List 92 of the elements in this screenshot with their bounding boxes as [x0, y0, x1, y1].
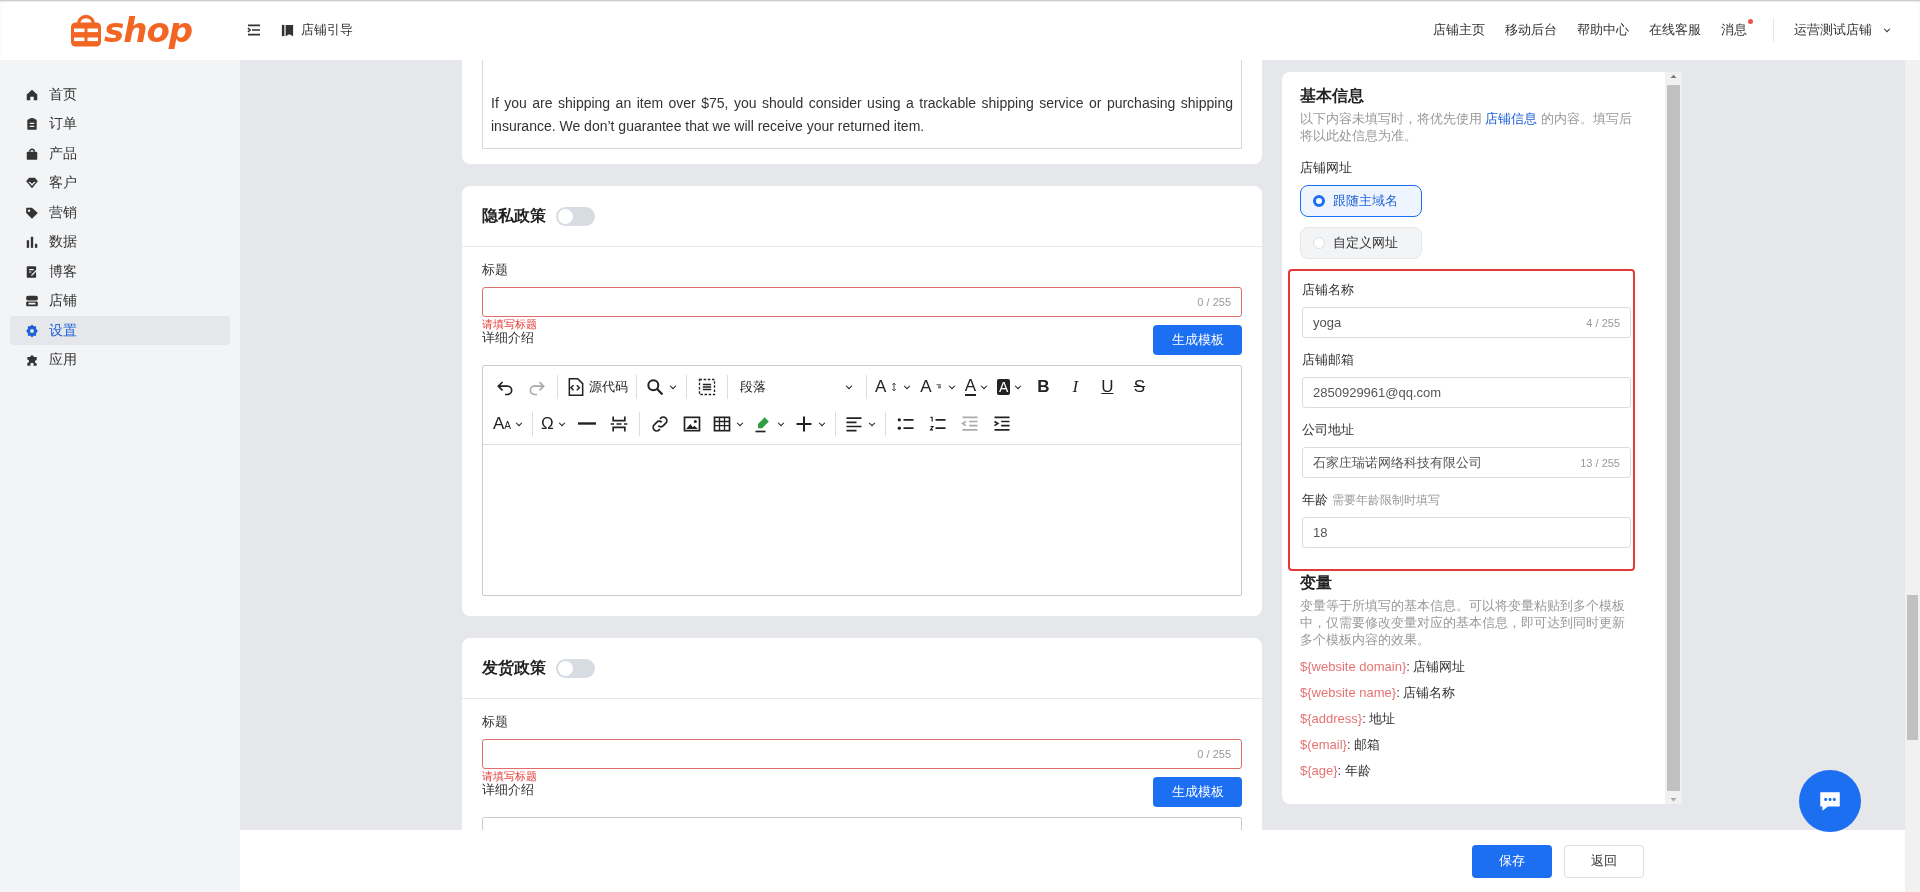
error-message: 请填写标题	[482, 318, 538, 331]
special-character-button[interactable]: Ω	[537, 407, 571, 440]
menu-icon	[246, 22, 262, 38]
section-title: 发货政策	[482, 657, 546, 679]
scroll-up-arrow-icon	[1669, 72, 1678, 81]
generate-template-button[interactable]: 生成模板	[1153, 777, 1242, 807]
variable-line: ${website domain}: 店铺网址	[1300, 658, 1467, 675]
font-family-button[interactable]: AA	[489, 407, 528, 440]
select-all-icon	[697, 376, 717, 397]
caret-icon	[1882, 25, 1892, 35]
block-format-dropdown[interactable]: 段落	[732, 370, 862, 403]
section-title: 基本信息	[1300, 86, 1365, 106]
policy-text: If you are shipping an item over $75, you should consider using a trackable shipping service or purchasing shipping insurance. We don’t guarantee that we will receive your returned item.	[482, 60, 1242, 149]
scrollbar[interactable]	[1665, 72, 1682, 804]
text-input[interactable]: 2850929961@qq.com	[1302, 377, 1631, 408]
rich-text-editor[interactable]: 源代码 段落 A A A A B I U S AA Ω	[482, 365, 1242, 596]
sidebar-item[interactable]: 数据	[10, 227, 230, 257]
field-label: 公司地址	[1302, 422, 1354, 437]
tag-icon	[25, 205, 39, 220]
sidebar-item[interactable]: 应用	[10, 345, 230, 375]
nav-link[interactable]: 帮助中心	[1577, 21, 1629, 39]
save-button[interactable]: 保存	[1472, 844, 1552, 878]
link-icon	[649, 413, 670, 434]
logo-text: shop	[104, 10, 193, 50]
toggle-switch[interactable]	[556, 206, 595, 226]
scroll-down-arrow-icon	[1669, 795, 1678, 804]
field-label: 标题	[482, 713, 509, 731]
sidebar-item[interactable]: 订单	[10, 109, 230, 139]
field-label: 标题	[482, 261, 509, 279]
variable-line: $(email}: 邮箱	[1300, 736, 1382, 753]
search-replace-icon	[645, 376, 665, 397]
section-title: 隐私政策	[482, 205, 546, 226]
generate-template-button[interactable]: 生成模板	[1153, 325, 1242, 355]
bar-chart-icon	[25, 235, 39, 249]
field-label: 店铺名称	[1302, 282, 1354, 297]
gear-icon	[25, 323, 39, 338]
field-label: 店铺网址	[1300, 159, 1353, 177]
error-message: 请填写标题	[482, 770, 538, 783]
description-text: 变量等于所填写的基本信息。可以将变量粘贴到多个模板中，仅需要修改变量对应的基本信息，即可达到同时更新多个模板内容的效果。	[1300, 598, 1626, 649]
edit-document-icon	[25, 264, 39, 279]
book-icon	[280, 22, 295, 38]
menu-toggle-button[interactable]	[246, 22, 262, 38]
home-icon	[25, 87, 39, 102]
nav-link[interactable]: 消息	[1721, 21, 1753, 39]
field-label: 年龄	[1302, 492, 1328, 507]
field-hint: 需要年龄限制时填写	[1332, 493, 1440, 507]
sidebar-item[interactable]: 设置	[10, 316, 230, 345]
text-input[interactable]: yoga 4 / 255	[1302, 307, 1631, 338]
text-color-button[interactable]: A	[960, 370, 994, 403]
sidebar-item[interactable]: 营销	[10, 198, 230, 227]
variable-line: ${age}: 年龄	[1300, 762, 1372, 779]
field-label: 店铺邮箱	[1302, 352, 1354, 367]
nav-link[interactable]: 在线客服	[1649, 21, 1701, 39]
text-input[interactable]: 石家庄瑞诺网络科技有限公司 13 / 255	[1302, 447, 1631, 478]
clipboard-icon	[25, 117, 39, 131]
source-code-button[interactable]: 源代码	[562, 370, 632, 403]
sidebar-item[interactable]: 首页	[10, 80, 230, 109]
sidebar-item[interactable]: 店铺	[10, 286, 230, 316]
store-info-link[interactable]: 店铺信息	[1485, 112, 1538, 126]
store-switcher[interactable]: 运营测试店铺	[1794, 21, 1892, 39]
nav-link[interactable]: 店铺主页	[1433, 21, 1485, 39]
italic-button[interactable]: I	[1059, 370, 1092, 403]
shopping-bag-icon	[25, 146, 39, 161]
sidebar-item[interactable]: 客户	[10, 168, 230, 198]
background-color-button[interactable]: A	[993, 370, 1028, 403]
scrollbar[interactable]	[1905, 60, 1920, 892]
gem-icon	[25, 176, 39, 190]
radio-option[interactable]: 自定义网址	[1300, 227, 1422, 259]
section-title: 变量	[1300, 573, 1333, 593]
sidebar-item[interactable]: 博客	[10, 257, 230, 286]
variable-line: ${address}: 地址	[1300, 710, 1397, 727]
font-size-button[interactable]: A	[871, 370, 917, 403]
horizontal-line-icon	[577, 422, 596, 425]
toggle-switch[interactable]	[556, 658, 595, 678]
underline-button[interactable]: U	[1091, 370, 1124, 403]
back-button[interactable]: 返回	[1564, 844, 1644, 878]
variable-line: ${website name}: 店铺名称	[1300, 684, 1457, 701]
text-input[interactable]: 18	[1302, 517, 1631, 548]
puzzle-icon	[25, 353, 39, 367]
field-label: 详细介绍	[482, 330, 534, 347]
sidebar-item[interactable]: 产品	[10, 139, 230, 168]
logo-icon	[68, 12, 104, 48]
radio-option[interactable]: 跟随主域名	[1300, 185, 1422, 217]
store-icon	[25, 294, 39, 308]
field-label: 详细介绍	[482, 782, 534, 799]
line-height-button[interactable]: A	[916, 370, 961, 403]
store-guide-link[interactable]: 店铺引导	[280, 21, 353, 39]
strikethrough-button[interactable]: S	[1123, 370, 1156, 403]
bold-button[interactable]: B	[1027, 370, 1060, 403]
source-code-icon	[566, 376, 586, 397]
nav-link[interactable]: 移动后台	[1505, 21, 1557, 39]
description-text: 以下内容未填写时，将优先使用 店铺信息 的内容。填写后将以此处信息为准。	[1300, 111, 1633, 145]
